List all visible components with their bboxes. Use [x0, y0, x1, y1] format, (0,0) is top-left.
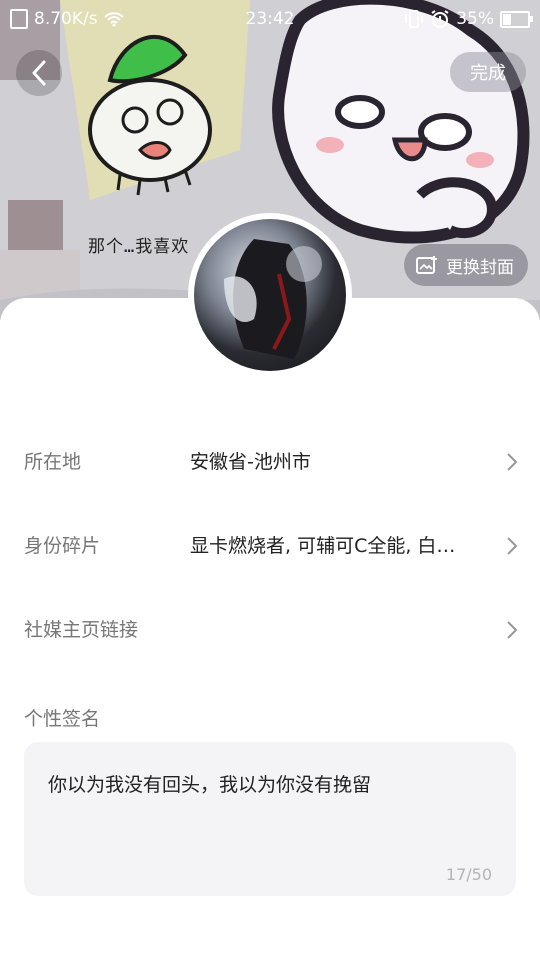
- row-identity[interactable]: 身份碎片 显卡燃烧者, 可辅可C全能, 白…: [0, 504, 540, 588]
- vibrate-icon: [405, 10, 424, 28]
- battery-text: 35%: [456, 9, 494, 29]
- cover-caption: 那个…我喜欢: [88, 237, 190, 257]
- chevron-right-icon: [507, 621, 518, 639]
- back-icon: [32, 60, 46, 86]
- status-right: 35%: [404, 9, 533, 29]
- identity-label: 身份碎片: [24, 535, 101, 557]
- battery-icon: [500, 10, 533, 28]
- signature-input[interactable]: 你以为我没有回头，我以为你没有挽留 17/50: [24, 742, 516, 896]
- done-button[interactable]: 完成: [450, 52, 526, 92]
- identity-value: 显卡燃烧者, 可辅可C全能, 白…: [190, 535, 456, 557]
- signature-char-count: 17/50: [445, 865, 492, 884]
- alarm-icon: [431, 10, 449, 28]
- row-social-link[interactable]: 社媒主页链接: [0, 588, 540, 672]
- status-bar: 8.70K/s 23:42 35%: [0, 0, 540, 40]
- signature-label: 个性签名: [24, 708, 101, 730]
- change-cover-button[interactable]: 更换封面: [404, 244, 528, 286]
- change-cover-label: 更换封面: [446, 257, 514, 278]
- chevron-right-icon: [507, 453, 518, 471]
- location-value: 安徽省-池州市: [190, 451, 311, 473]
- back-button[interactable]: [16, 50, 62, 96]
- avatar-art: [224, 239, 322, 359]
- location-label: 所在地: [24, 451, 82, 473]
- battery-level: [503, 13, 511, 25]
- social-link-label: 社媒主页链接: [24, 619, 139, 641]
- image-edit-icon: [416, 256, 437, 274]
- chevron-right-icon: [507, 537, 518, 555]
- avatar[interactable]: [188, 213, 352, 377]
- signature-text: 你以为我没有回头，我以为你没有挽留: [48, 774, 372, 796]
- row-location[interactable]: 所在地 安徽省-池州市: [0, 420, 540, 504]
- avatar-image: [194, 219, 346, 371]
